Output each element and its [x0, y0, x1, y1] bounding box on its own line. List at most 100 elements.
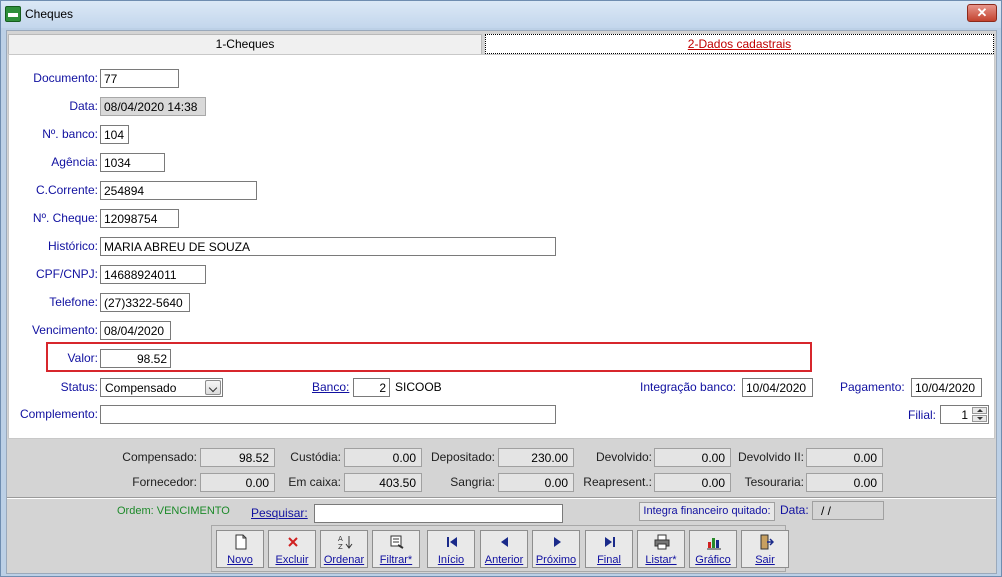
status-select[interactable]: Compensado [100, 378, 223, 397]
new-document-icon [235, 534, 247, 550]
devolvido2-value: 0.00 [806, 448, 883, 467]
ccorrente-input[interactable]: 254894 [100, 181, 257, 200]
previous-record-icon [501, 537, 508, 547]
complemento-label: Complemento: [19, 407, 98, 421]
data-filter-label: Data: [780, 503, 809, 517]
devolvido2-label: Devolvido II: [737, 450, 804, 464]
final-button[interactable]: Final [585, 530, 633, 568]
telefone-label: Telefone: [49, 295, 98, 309]
banco-name: SICOOB [395, 380, 442, 394]
svg-text:A: A [338, 535, 343, 543]
app-icon [5, 6, 21, 22]
data-label: Data: [69, 99, 98, 113]
ordenar-label: Ordenar [323, 554, 365, 566]
novo-button[interactable]: Novo [216, 530, 264, 568]
sangria-label: Sangria: [450, 475, 495, 489]
final-label: Final [597, 554, 621, 566]
vencimento-label: Vencimento: [31, 323, 98, 337]
fornecedor-label: Fornecedor: [132, 475, 197, 489]
excluir-button[interactable]: Excluir [268, 530, 316, 568]
depositado-value: 230.00 [498, 448, 574, 467]
printer-icon [654, 534, 670, 550]
compensado-label: Compensado: [122, 450, 197, 464]
reapresent-value: 0.00 [654, 473, 731, 492]
sair-button[interactable]: Sair [741, 530, 789, 568]
sangria-value: 0.00 [498, 473, 574, 492]
status-label: Status: [60, 380, 98, 394]
nbanco-label: Nº. banco: [42, 127, 98, 141]
inicio-label: Início [437, 554, 465, 566]
divider [7, 497, 996, 499]
sair-label: Sair [755, 554, 775, 566]
filtrar-button[interactable]: Filtrar* [372, 530, 420, 568]
tab-dados-cadastrais[interactable]: 2-Dados cadastrais [485, 34, 994, 54]
integracao-input[interactable]: 10/04/2020 [742, 378, 813, 397]
pagamento-label: Pagamento: [840, 380, 905, 394]
agencia-label: Agência: [51, 155, 98, 169]
order-indicator: Ordem: VENCIMENTO [117, 505, 230, 517]
cpfcnpj-input[interactable]: 14688924011 [100, 265, 206, 284]
devolvido-value: 0.00 [654, 448, 731, 467]
depositado-label: Depositado: [430, 450, 495, 464]
nbanco-input[interactable]: 104 [100, 125, 129, 144]
filial-value: 1 [961, 408, 968, 422]
close-icon: ✕ [976, 5, 988, 20]
tesouraria-label: Tesouraria: [744, 475, 804, 489]
spin-down-icon[interactable] [972, 415, 987, 422]
inicio-button[interactable]: Início [427, 530, 475, 568]
banco-code-input[interactable]: 2 [353, 378, 390, 397]
grafico-label: Gráfico [695, 554, 731, 566]
vencimento-input[interactable]: 08/04/2020 [100, 321, 171, 340]
data-input: 08/04/2020 14:38 [100, 97, 206, 116]
tab-cheques-label: 1-Cheques [215, 37, 275, 51]
filial-label: Filial: [908, 408, 937, 422]
documento-input[interactable]: 77 [100, 69, 179, 88]
svg-text:Z: Z [338, 543, 343, 550]
pagamento-input[interactable]: 10/04/2020 [911, 378, 982, 397]
emcaixa-value: 403.50 [344, 473, 422, 492]
complemento-input[interactable] [100, 405, 556, 424]
window-title: Cheques [25, 7, 74, 21]
banco-label: Banco: [312, 380, 350, 394]
toolbar: Novo Excluir AZ Ordenar Filtrar* Início … [211, 525, 789, 572]
chart-icon [707, 538, 721, 550]
tab-dados-cadastrais-label: 2-Dados cadastrais [687, 37, 792, 51]
filtrar-label: Filtrar* [379, 554, 413, 566]
first-record-icon [447, 537, 457, 547]
ordenar-button[interactable]: AZ Ordenar [320, 530, 368, 568]
spin-up-icon[interactable] [972, 407, 987, 414]
chevron-down-icon[interactable] [205, 380, 221, 395]
form-panel: Documento: 77 Data: 08/04/2020 14:38 Nº.… [8, 54, 995, 439]
grafico-button[interactable]: Gráfico [689, 530, 737, 568]
reapresent-label: Reapresent.: [583, 475, 652, 489]
agencia-input[interactable]: 1034 [100, 153, 165, 172]
ncheque-label: Nº. Cheque: [32, 211, 98, 225]
integracao-label: Integração banco: [640, 380, 737, 394]
close-button[interactable]: ✕ [967, 4, 997, 22]
proximo-label: Próximo [535, 554, 577, 566]
custodia-value: 0.00 [344, 448, 422, 467]
telefone-input[interactable]: (27)3322-5640 [100, 293, 190, 312]
historico-input[interactable]: MARIA ABREU DE SOUZA [100, 237, 556, 256]
compensado-value: 98.52 [200, 448, 275, 467]
excluir-label: Excluir [275, 554, 309, 566]
search-label: Pesquisar: [251, 506, 308, 520]
fornecedor-value: 0.00 [200, 473, 275, 492]
filial-spinner[interactable]: 1 [940, 405, 989, 424]
proximo-button[interactable]: Próximo [532, 530, 580, 568]
data-filter-input[interactable]: / / [812, 501, 884, 520]
ncheque-input[interactable]: 12098754 [100, 209, 179, 228]
anterior-button[interactable]: Anterior [480, 530, 528, 568]
client-area: 1-Cheques 2-Dados cadastrais Documento: … [6, 30, 997, 574]
search-input[interactable] [314, 504, 563, 523]
filter-icon [390, 535, 404, 549]
listar-button[interactable]: Listar* [637, 530, 685, 568]
status-highlight-box [46, 342, 812, 372]
tab-cheques[interactable]: 1-Cheques [8, 34, 482, 54]
integra-financeiro-button[interactable]: Integra financeiro quitado: [639, 502, 775, 521]
delete-icon [288, 537, 298, 547]
tesouraria-value: 0.00 [806, 473, 883, 492]
exit-door-icon [760, 534, 774, 550]
title-bar: Cheques ✕ [1, 1, 1001, 28]
emcaixa-label: Em caixa: [288, 475, 341, 489]
